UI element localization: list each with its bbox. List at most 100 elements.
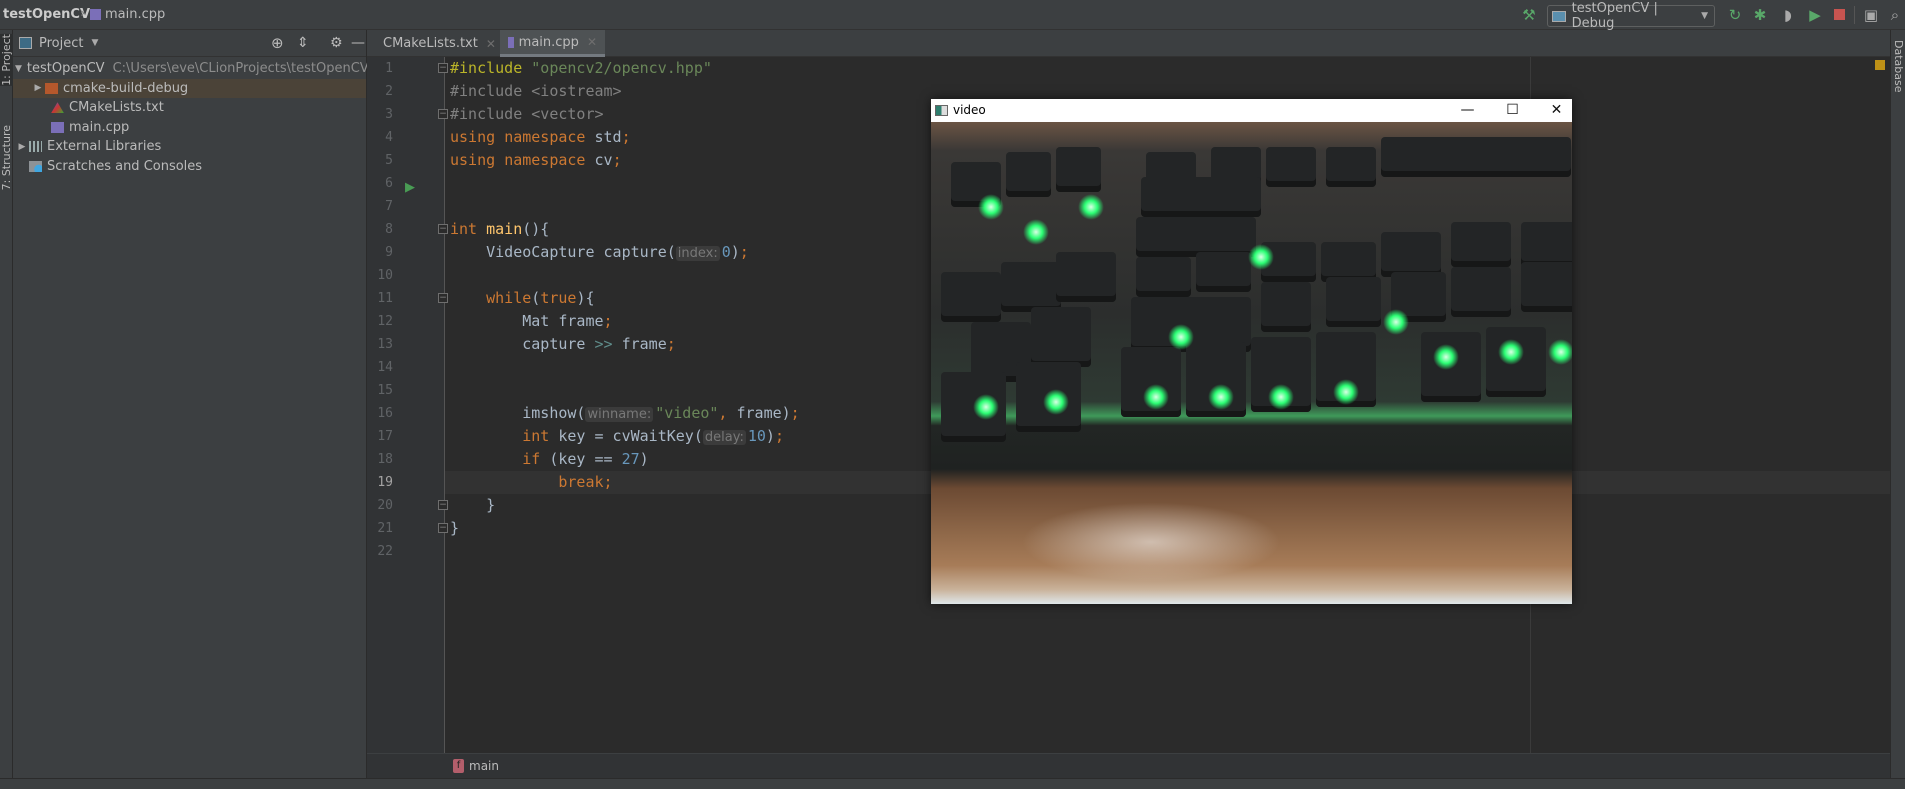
database-tool-tab[interactable]: Database (1892, 40, 1905, 93)
tree-item-external-libraries[interactable]: ▶ External Libraries (13, 137, 366, 157)
expand-arrow-icon[interactable]: ▶ (31, 83, 45, 93)
parameter-hint: delay: (702, 430, 746, 445)
code-token: ; (790, 404, 800, 422)
project-view-label[interactable]: Project (39, 36, 83, 51)
keyboard-key (1381, 232, 1441, 277)
fold-marker-icon[interactable]: − (438, 109, 448, 119)
tree-item-project-root[interactable]: ▼ testOpenCV C:\Users\eve\CLionProjects\… (13, 59, 369, 79)
minimize-button[interactable]: — (1445, 99, 1490, 121)
build-hammer-icon[interactable]: ⚒ (1520, 6, 1538, 24)
code-line[interactable]: #include <iostream> (450, 80, 622, 103)
warning-marker-icon[interactable] (1875, 60, 1885, 70)
keyboard-key (1521, 262, 1572, 312)
code-line[interactable]: Mat frame; (450, 310, 612, 333)
coverage-icon[interactable]: ◗ (1779, 6, 1797, 24)
chevron-down-icon[interactable]: ▼ (91, 38, 98, 48)
breadcrumb-project[interactable]: testOpenCV (3, 7, 90, 22)
breadcrumb-file[interactable]: main.cpp (105, 7, 165, 22)
rerun-icon[interactable]: ↻ (1726, 6, 1744, 24)
tree-item-main-cpp[interactable]: main.cpp (13, 118, 366, 138)
tab-cmakelists[interactable]: CMakeLists.txt ✕ (370, 30, 500, 57)
gear-icon[interactable]: ⚙ (330, 35, 343, 51)
close-icon[interactable]: ✕ (587, 35, 597, 49)
code-line[interactable]: if (key == 27) (450, 448, 649, 471)
tree-item-label: CMakeLists.txt (69, 100, 164, 116)
video-window[interactable]: video — ☐ ✕ (931, 99, 1572, 604)
tree-item-cmake-build-debug[interactable]: ▶ cmake-build-debug (13, 78, 366, 98)
line-number: 21 (377, 521, 393, 536)
maximize-button[interactable]: ☐ (1490, 99, 1535, 121)
code-token: 0 (721, 243, 731, 261)
line-number: 15 (377, 383, 393, 398)
key-backlight (973, 394, 999, 420)
breadcrumb-function[interactable]: main (469, 759, 499, 773)
tree-item-label: External Libraries (47, 139, 162, 155)
tree-item-label: main.cpp (69, 119, 130, 135)
minimize-icon[interactable]: — (351, 35, 365, 51)
video-window-titlebar[interactable]: video — ☐ ✕ (931, 99, 1572, 121)
code-line[interactable]: using namespace cv; (450, 149, 622, 172)
run-gutter-icon[interactable]: ▶ (405, 180, 415, 195)
key-backlight (1333, 379, 1359, 405)
code-token: ) (765, 427, 775, 445)
code-line[interactable]: imshow(winname: "video", frame); (450, 402, 800, 425)
code-line[interactable]: int main(){ (450, 218, 549, 241)
terminal-icon[interactable]: ▣ (1862, 6, 1880, 24)
fold-marker-icon[interactable]: − (438, 523, 448, 533)
keyboard-key (1196, 252, 1251, 292)
key-backlight (1208, 384, 1234, 410)
expand-arrow-icon[interactable]: ▼ (15, 64, 22, 74)
line-number: 17 (377, 429, 393, 444)
structure-tool-tab[interactable]: 7: Structure (0, 125, 13, 190)
function-icon: f (453, 759, 464, 773)
tree-item-path: C:\Users\eve\CLionProjects\testOpenCV (112, 61, 369, 77)
expand-arrow-icon[interactable]: ▶ (15, 142, 29, 152)
code-line[interactable]: using namespace std; (450, 126, 631, 149)
collapse-all-icon[interactable]: ⇕ (297, 35, 309, 51)
code-line[interactable]: } (450, 517, 459, 540)
code-token: } (450, 519, 460, 537)
fold-marker-icon[interactable]: − (438, 224, 448, 234)
stop-icon[interactable] (1830, 6, 1848, 24)
code-line[interactable]: } (450, 494, 495, 517)
profile-icon[interactable]: ▶ (1806, 6, 1824, 24)
code-line[interactable]: #include <vector> (450, 103, 604, 126)
search-icon[interactable]: ⌕ (1886, 6, 1904, 24)
code-line[interactable]: int key = cvWaitKey(delay: 10); (450, 425, 784, 448)
debug-icon[interactable]: ✱ (1751, 6, 1769, 24)
key-backlight (1248, 244, 1274, 270)
fold-marker-icon[interactable]: − (438, 500, 448, 510)
toolbar-divider (1854, 6, 1855, 24)
code-line[interactable]: #include "opencv2/opencv.hpp" (450, 57, 712, 80)
tab-main-cpp[interactable]: main.cpp ✕ (500, 30, 605, 57)
line-number: 16 (377, 406, 393, 421)
code-token: if (522, 450, 550, 468)
close-icon[interactable]: ✕ (486, 37, 496, 51)
fold-marker-icon[interactable]: − (438, 293, 448, 303)
line-number: 2 (385, 84, 393, 99)
code-line[interactable]: while(true){ (450, 287, 594, 310)
camera-frame-image (931, 122, 1572, 604)
locate-icon[interactable]: ⊕ (271, 34, 284, 52)
code-token: (){ (522, 220, 550, 238)
code-token: ; (739, 243, 749, 261)
run-config-select[interactable]: testOpenCV | Debug ▼ (1547, 1, 1715, 31)
code-token: using (450, 151, 505, 169)
project-tool-tab[interactable]: 1: Project (0, 34, 13, 86)
tree-item-cmakelists[interactable]: CMakeLists.txt (13, 98, 366, 118)
title-bar: testOpenCV › main.cpp ⚒ testOpenCV | Deb… (0, 0, 1905, 31)
code-token: ) (639, 450, 649, 468)
code-token: capture (450, 335, 595, 353)
keyboard-key (1381, 137, 1571, 177)
code-token: #include <iostream> (450, 82, 622, 100)
code-token: 27 (621, 450, 640, 468)
code-token: #include (450, 59, 532, 77)
code-line[interactable]: capture >> frame; (450, 333, 676, 356)
code-token: std (594, 128, 622, 146)
fold-marker-icon[interactable]: − (438, 63, 448, 73)
code-line[interactable]: VideoCapture capture(index: 0); (450, 241, 749, 264)
tree-item-scratches[interactable]: Scratches and Consoles (13, 157, 366, 177)
code-line[interactable]: break; (450, 471, 612, 494)
close-button[interactable]: ✕ (1534, 99, 1579, 121)
project-panel-header: Project ▼ ⊕ ⇕ ⚙ — (13, 30, 366, 57)
